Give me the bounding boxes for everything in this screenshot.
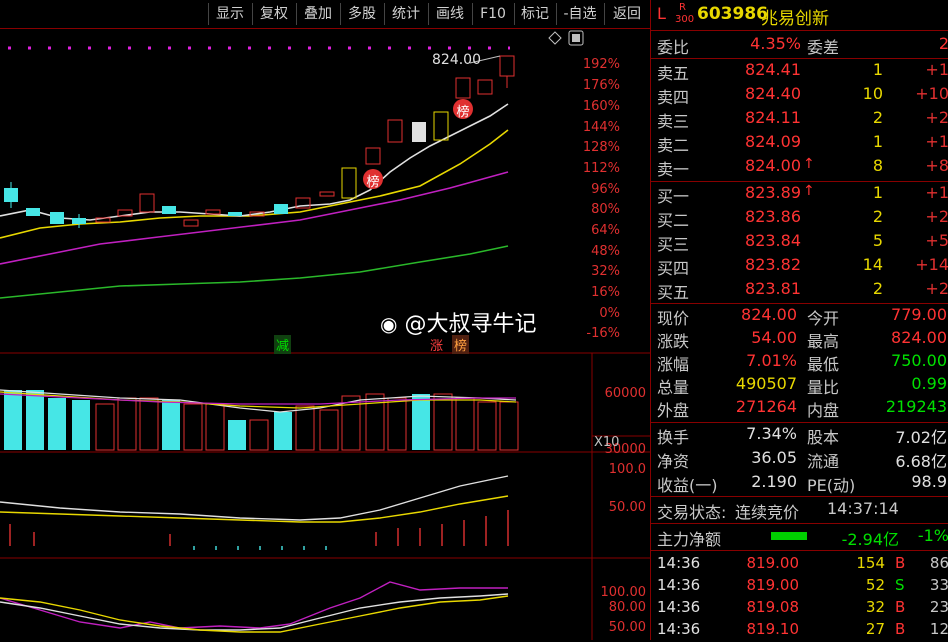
candle <box>499 55 515 77</box>
candle <box>412 122 426 142</box>
stock-header: L R 300 603986 兆易创新 <box>651 2 948 29</box>
trade-row: 14:36 819.00 52 S 33 <box>657 576 948 594</box>
ind2-line-white <box>0 593 509 631</box>
ask-row[interactable]: 卖二 824.09 1 +1 <box>651 132 948 156</box>
ind1-axis-label: 100.0 <box>608 462 646 477</box>
candle <box>228 212 242 216</box>
diamond-icon <box>548 31 562 45</box>
reduce-label: 减 <box>274 335 292 354</box>
l-flag: L <box>657 4 666 23</box>
flag-300: 300 <box>675 14 695 25</box>
toolbar-draw-button[interactable]: 画线 <box>428 3 471 25</box>
up-arrow-icon: ↑ <box>803 156 815 172</box>
toolbar-overlay-button[interactable]: 叠加 <box>296 3 339 25</box>
watermark: ◉ @大叔寻牛记 <box>380 312 537 337</box>
bang-badge-label: 榜 <box>366 175 380 190</box>
ind2-line-yellow <box>0 595 509 633</box>
weibo-icon: ◉ <box>380 312 398 336</box>
bid-row[interactable]: 买三 823.84 5 +5 <box>651 231 948 255</box>
candle <box>139 193 155 213</box>
bid-row[interactable]: 买一 823.89 ↑ 1 +1 <box>651 183 948 207</box>
ind2-axis-label: 80.00 <box>608 600 646 615</box>
up-arrow-icon: ↑ <box>803 183 815 199</box>
weicha-value: 2 <box>938 34 948 53</box>
stock-code: 603986 <box>697 4 768 24</box>
r-flag: R <box>679 2 686 13</box>
bid-row[interactable]: 买二 823.86 2 +2 <box>651 207 948 231</box>
toolbar-stats-button[interactable]: 统计 <box>384 3 427 25</box>
ma60-line <box>0 245 509 299</box>
ind2-axis-label: 50.00 <box>608 620 646 635</box>
kline-chart[interactable] <box>0 28 650 640</box>
candle <box>183 219 199 227</box>
price-tag: 824.00 <box>432 52 481 68</box>
candle <box>387 119 403 143</box>
candle <box>50 212 64 224</box>
candle <box>26 208 40 216</box>
trade-status: 交易状态: 连续竞价 14:37:14 <box>657 499 899 522</box>
candle <box>341 167 357 199</box>
toolbar-adjust-button[interactable]: 复权 <box>252 3 295 25</box>
toolbar-watchlist-button[interactable]: -自选 <box>556 3 603 25</box>
flow-bar <box>771 532 807 540</box>
trade-row: 14:36 819.08 32 B 23 <box>657 598 948 616</box>
candle <box>274 204 288 214</box>
weibi-label: 委比 <box>657 38 690 57</box>
candle <box>365 147 381 165</box>
toolbar-display-button[interactable]: 显示 <box>208 3 251 25</box>
ask-row[interactable]: 卖三 824.11 2 +2 <box>651 108 948 132</box>
trade-row: 14:36 819.10 27 B 12 <box>657 620 948 638</box>
ind1-axis-label: 50.00 <box>608 500 646 515</box>
toolbar-f10-button[interactable]: F10 <box>472 3 513 25</box>
ind1-line-white <box>0 475 509 521</box>
toolbar-multistock-button[interactable]: 多股 <box>340 3 383 25</box>
quote-panel: L R 300 603986 兆易创新 委比 4.35% 委差 2 卖五 824… <box>650 0 948 640</box>
trade-row: 14:36 819.00 154 B 86 <box>657 554 948 572</box>
ask-row[interactable]: 卖五 824.41 1 +1 <box>651 60 948 84</box>
ask-row[interactable]: 卖四 824.40 10 +10 <box>651 84 948 108</box>
toolbar-mark-button[interactable]: 标记 <box>514 3 555 25</box>
chart-toolbar: 显示 复权 叠加 多股 统计 画线 F10 标记 -自选 返回 <box>0 0 650 29</box>
vol-unit: X10 <box>594 435 620 450</box>
bid-row[interactable]: 买四 823.82 14 +14 <box>651 255 948 279</box>
weibi-value: 4.35% <box>750 34 801 53</box>
candle <box>162 206 176 214</box>
main-flow: 主力净额 -2.94亿 -1% <box>657 526 948 549</box>
ind2-line-magenta <box>0 581 508 629</box>
bid-row[interactable]: 买五 823.81 2 +2 <box>651 279 948 303</box>
ind2-axis-label: 100.00 <box>600 585 647 600</box>
ask-row[interactable]: 卖一 824.00 ↑ 8 +8 <box>651 156 948 180</box>
candle <box>433 111 449 141</box>
ma5-line <box>0 103 509 221</box>
weicha-label: 委差 <box>807 38 840 57</box>
candle <box>455 77 471 99</box>
bang-badge-label: 榜 <box>456 105 470 120</box>
stock-name: 兆易创新 <box>761 9 829 29</box>
vol-axis-label: 60000 <box>604 386 646 401</box>
candle <box>319 191 335 197</box>
toolbar-back-button[interactable]: 返回 <box>604 3 649 25</box>
candle <box>477 79 493 95</box>
